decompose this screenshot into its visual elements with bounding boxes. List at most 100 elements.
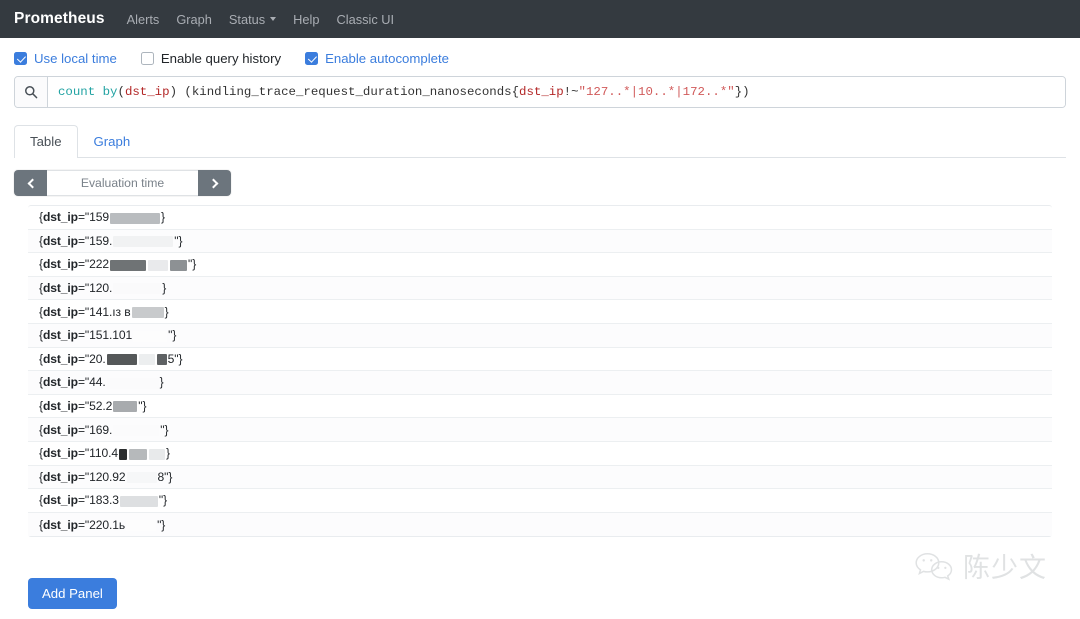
metric-suffix: } bbox=[164, 304, 169, 319]
table-row[interactable]: {dst_ip="169. "} bbox=[28, 418, 1052, 442]
option-label: Enable autocomplete bbox=[325, 51, 449, 66]
result-panel: Evaluation time {dst_ip="159} {dst_ip="15… bbox=[0, 158, 1080, 610]
search-icon[interactable] bbox=[15, 77, 48, 107]
nav-links: Alerts Graph Status Help Classic UI bbox=[127, 12, 412, 27]
metric-label-series: {dst_ip="151.101 "} bbox=[39, 328, 176, 342]
nav-link-classic-ui[interactable]: Classic UI bbox=[337, 12, 395, 27]
query-token-plain: ) (kindling_trace_request_duration_nanos… bbox=[169, 85, 520, 99]
metric-prefix: {dst_ip="169. bbox=[39, 422, 113, 437]
table-row[interactable]: {dst_ip="159. "} bbox=[28, 229, 1052, 254]
metric-label-series: {dst_ip="159} bbox=[39, 210, 165, 224]
metric-label-series: {dst_ip="44.} bbox=[39, 375, 164, 389]
metric-label-series: {dst_ip="110.4} bbox=[39, 446, 170, 460]
metric-label-series: {dst_ip="120.92 8"} bbox=[39, 470, 172, 484]
metric-label-series: {dst_ip="20. 5"} bbox=[39, 351, 183, 366]
metric-prefix: {dst_ip="222 bbox=[39, 257, 110, 272]
metric-prefix: {dst_ip="141.ıз в bbox=[39, 304, 131, 319]
tab-graph[interactable]: Graph bbox=[78, 125, 147, 158]
option-label: Use local time bbox=[34, 51, 117, 66]
top-navbar: Prometheus Alerts Graph Status Help Classic … bbox=[0, 0, 1080, 38]
redaction-block bbox=[119, 495, 158, 507]
query-expression-input[interactable]: count by ( dst_ip) (kindling_trace_reques… bbox=[48, 77, 1065, 107]
table-row[interactable]: {dst_ip="151.101 "} bbox=[28, 323, 1052, 348]
option-enable-autocomplete[interactable]: Enable autocomplete bbox=[305, 51, 449, 66]
metric-prefix: {dst_ip="183.3 bbox=[39, 493, 119, 508]
redaction-block bbox=[133, 330, 168, 342]
table-row[interactable]: {dst_ip="44.} bbox=[28, 371, 1052, 395]
query-token-plain: !~ bbox=[563, 85, 579, 99]
metric-label-series: {dst_ip="120.} bbox=[39, 281, 166, 295]
option-enable-query-history[interactable]: Enable query history bbox=[140, 51, 282, 66]
redaction-block bbox=[149, 448, 165, 460]
redaction-block bbox=[113, 283, 162, 295]
tab-table[interactable]: Table bbox=[14, 125, 78, 158]
metric-suffix: "} bbox=[158, 493, 168, 508]
redaction-block bbox=[110, 259, 147, 271]
brand-logo[interactable]: Prometheus bbox=[14, 10, 105, 28]
metric-prefix: {dst_ip="120. bbox=[39, 281, 113, 296]
table-row[interactable]: {dst_ip="141.ıз в} bbox=[28, 300, 1052, 324]
evaluation-time-group: Evaluation time bbox=[14, 170, 231, 196]
metric-suffix: "} bbox=[160, 422, 169, 437]
table-row[interactable]: {dst_ip="222 "} bbox=[28, 253, 1052, 277]
query-token-plain: ( bbox=[117, 85, 125, 99]
metric-prefix: {dst_ip="110.4 bbox=[39, 446, 118, 461]
result-table: {dst_ip="159} {dst_ip="159. "} {dst_ip="222… bbox=[28, 205, 1052, 538]
add-panel-button[interactable]: Add Panel bbox=[28, 578, 117, 610]
checkbox-icon[interactable] bbox=[14, 52, 27, 65]
query-token-string: "127..*|10..*|172..*" bbox=[578, 85, 735, 99]
metric-suffix: "} bbox=[138, 399, 147, 414]
metric-prefix: {dst_ip="159 bbox=[39, 210, 110, 225]
redaction-block bbox=[113, 401, 138, 413]
query-token-plain: }) bbox=[734, 85, 750, 99]
checkbox-icon[interactable] bbox=[140, 52, 154, 65]
nav-link-alerts[interactable]: Alerts bbox=[127, 12, 160, 27]
eval-time-prev-button[interactable] bbox=[14, 170, 47, 196]
metric-label-series: {dst_ip="183.3 "} bbox=[39, 493, 167, 507]
redaction-block bbox=[126, 519, 157, 531]
nav-link-help[interactable]: Help bbox=[293, 12, 319, 27]
nav-link-graph[interactable]: Graph bbox=[176, 12, 212, 27]
table-row[interactable]: {dst_ip="159} bbox=[28, 206, 1052, 230]
metric-suffix: } bbox=[159, 375, 164, 390]
option-label: Enable query history bbox=[160, 51, 282, 66]
table-row[interactable]: {dst_ip="183.3 "} bbox=[28, 489, 1052, 513]
table-row[interactable]: {dst_ip="20. 5"} bbox=[28, 348, 1052, 372]
table-row[interactable]: {dst_ip="110.4} bbox=[28, 442, 1052, 466]
query-token-label: dst_ip bbox=[519, 85, 564, 99]
metric-suffix: 8"} bbox=[157, 469, 173, 484]
redaction-block bbox=[170, 259, 188, 271]
redaction-block bbox=[106, 354, 137, 366]
metric-label-series: {dst_ip="169. "} bbox=[39, 422, 169, 437]
metric-label-series: {dst_ip="141.ıз в} bbox=[39, 305, 169, 319]
checkbox-icon[interactable] bbox=[305, 52, 319, 65]
metric-suffix: } bbox=[162, 281, 167, 296]
option-use-local-time[interactable]: Use local time bbox=[14, 51, 117, 66]
table-row[interactable]: {dst_ip="120.} bbox=[28, 276, 1052, 301]
metric-label-series: {dst_ip="220.1ь "} bbox=[39, 518, 165, 532]
chevron-down-icon bbox=[270, 17, 277, 21]
eval-time-next-button[interactable] bbox=[198, 170, 231, 196]
metric-suffix: } bbox=[161, 210, 165, 225]
metric-prefix: {dst_ip="52.2 bbox=[39, 399, 113, 414]
table-row[interactable]: {dst_ip="120.92 8"} bbox=[28, 465, 1052, 490]
redaction-block bbox=[131, 306, 164, 318]
redaction-block bbox=[129, 448, 147, 460]
metric-suffix: 5"} bbox=[167, 351, 183, 366]
redaction-block bbox=[119, 448, 127, 460]
query-options-row: Use local time Enable query history Enable… bbox=[0, 38, 1080, 76]
metric-prefix: {dst_ip="44. bbox=[39, 375, 106, 390]
metric-suffix: "} bbox=[188, 257, 197, 272]
table-row[interactable]: {dst_ip="220.1ь "} bbox=[28, 512, 1052, 537]
metric-suffix: "} bbox=[174, 233, 183, 248]
chevron-right-icon bbox=[208, 178, 218, 188]
metric-label-series: {dst_ip="222 "} bbox=[39, 257, 196, 271]
redaction-block bbox=[113, 236, 174, 248]
evaluation-time-input[interactable]: Evaluation time bbox=[47, 170, 198, 196]
redaction-block bbox=[110, 212, 161, 224]
metric-prefix: {dst_ip="151.101 bbox=[39, 328, 133, 343]
nav-link-status[interactable]: Status bbox=[229, 12, 277, 27]
table-row[interactable]: {dst_ip="52.2 "} bbox=[28, 395, 1052, 419]
query-token-keyword: count by bbox=[58, 85, 118, 99]
metric-prefix: {dst_ip="220.1ь bbox=[39, 517, 126, 532]
